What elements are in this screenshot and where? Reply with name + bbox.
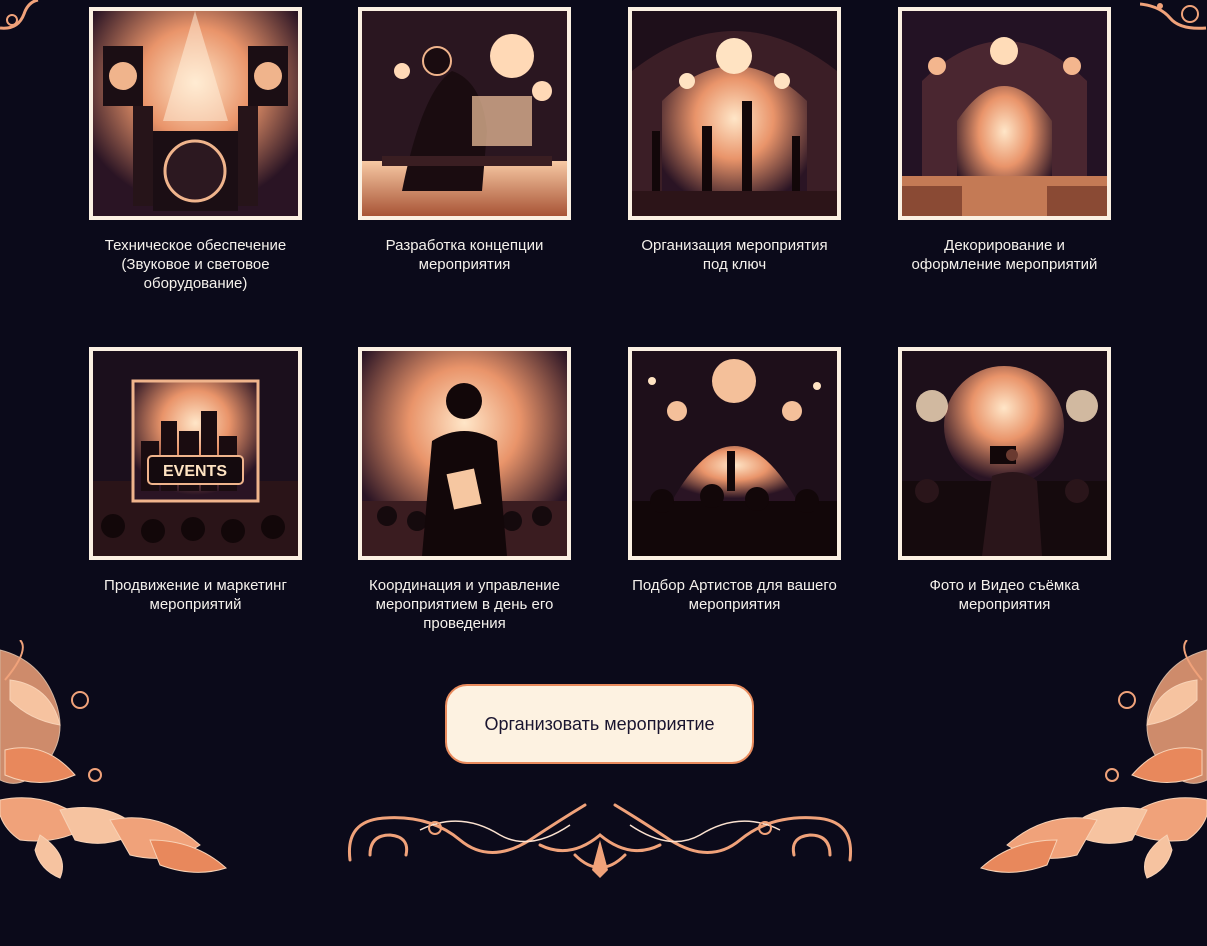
marketing-illustration: EVENTS <box>89 347 302 560</box>
service-caption: Разработка концепции мероприятия <box>385 237 544 273</box>
photo-video-illustration <box>898 347 1111 560</box>
service-card[interactable]: Координация и управление мероприятием в … <box>358 347 571 633</box>
turnkey-event-illustration <box>628 7 841 220</box>
service-caption: Организация мероприятия под ключ <box>641 237 828 273</box>
service-caption: Координация и управление мероприятием в … <box>368 577 560 632</box>
bottom-left-floral-ornament-icon <box>0 640 227 879</box>
concept-design-illustration <box>358 7 571 220</box>
service-caption: Техническое обеспечение (Звуковое и свет… <box>104 237 287 292</box>
coordination-illustration <box>358 347 571 560</box>
sound-equipment-illustration <box>89 7 302 220</box>
bottom-center-scroll-ornament-icon <box>347 803 853 878</box>
service-card[interactable]: Фото и Видео съёмка мероприятия <box>898 347 1111 614</box>
service-card[interactable]: Разработка концепции мероприятия <box>358 7 571 274</box>
service-caption: Продвижение и маркетинг мероприятий <box>104 577 287 613</box>
service-card[interactable]: Декорирование и оформление мероприятий <box>898 7 1111 274</box>
artists-illustration <box>628 347 841 560</box>
service-card[interactable]: Подбор Артистов для вашего мероприятия <box>628 347 841 614</box>
organize-event-button[interactable]: Организовать мероприятие <box>445 684 754 764</box>
service-card[interactable]: Организация мероприятия под ключ <box>628 7 841 274</box>
top-left-corner-ornament-icon <box>0 0 39 30</box>
service-caption: Подбор Артистов для вашего мероприятия <box>632 577 837 613</box>
service-card[interactable]: EVENTS Продвижение и маркетинг мероприят… <box>89 347 302 614</box>
service-caption: Декорирование и оформление мероприятий <box>911 237 1098 273</box>
decoration-illustration <box>898 7 1111 220</box>
top-right-corner-ornament-icon <box>1140 2 1207 30</box>
service-card[interactable]: Техническое обеспечение (Звуковое и свет… <box>89 7 302 293</box>
bottom-right-floral-ornament-icon <box>980 640 1207 879</box>
events-sign-text: EVENTS <box>163 463 227 480</box>
service-caption: Фото и Видео съёмка мероприятия <box>929 577 1080 613</box>
